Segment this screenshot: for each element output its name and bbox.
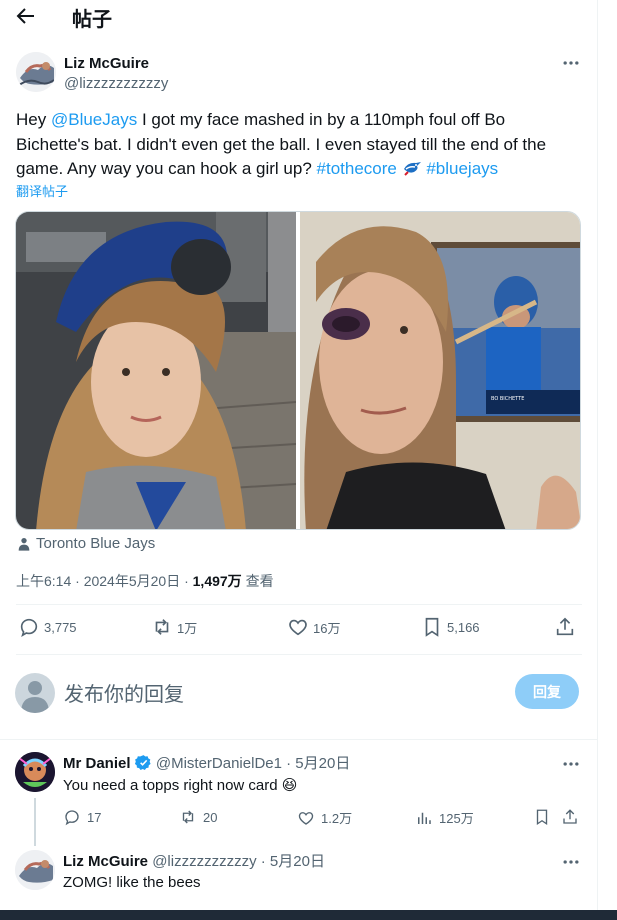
tweet-actions: 3,775 1万 16万 5,166 <box>16 616 582 646</box>
retweet-icon <box>155 619 169 635</box>
reply-icon <box>65 810 79 826</box>
like-count: 1.2万 <box>321 811 353 826</box>
translate-link[interactable]: 翻译帖子 <box>16 181 68 200</box>
location-tag[interactable]: Toronto Blue Jays <box>16 535 155 552</box>
retweet-count: 1万 <box>177 620 198 636</box>
divider <box>16 604 582 605</box>
hashtag-link[interactable]: #tothecore <box>317 159 397 178</box>
reply-item[interactable]: Mr Daniel @MisterDanielDe1 · 5月20日 You n… <box>0 752 598 846</box>
media-photos: BO BICHETTE <box>16 212 580 529</box>
reply-item[interactable]: Liz McGuire @lizzzzzzzzzzy · 5月20日 ZOMG!… <box>0 850 598 910</box>
reply-composer: 发布你的回复 回复 <box>0 660 598 722</box>
scoreboard-text: BO BICHETTE <box>491 396 524 402</box>
reply-author-avatar[interactable] <box>15 752 55 792</box>
bookmark-icon <box>425 617 439 637</box>
reply-header: Liz McGuire @lizzzzzzzzzzy · 5月20日 <box>63 850 325 871</box>
reply-submit-button[interactable]: 回复 <box>515 674 579 709</box>
retweet-button[interactable]: 20 <box>179 808 217 826</box>
author-name[interactable]: Liz McGuire <box>64 55 149 72</box>
reply-author-avatar[interactable] <box>15 850 55 890</box>
divider <box>16 654 582 655</box>
retweet-button[interactable]: 1万 <box>151 616 197 638</box>
author-handle[interactable]: @lizzzzzzzzzzy <box>64 75 168 92</box>
mention-link[interactable]: @BlueJays <box>51 110 137 129</box>
verified-badge-icon <box>134 755 151 770</box>
bookmark-button[interactable]: 5,166 <box>421 616 480 638</box>
reply-author-name[interactable]: Mr Daniel <box>63 755 131 772</box>
reply-author-handle[interactable]: @lizzzzzzzzzzy <box>152 853 256 870</box>
thread-line <box>34 798 36 846</box>
reply-author-handle[interactable]: @MisterDanielDe1 <box>156 755 282 772</box>
analytics-icon <box>418 812 431 824</box>
bookmark-icon <box>536 809 548 826</box>
reply-date[interactable]: · 5月20日 <box>282 755 350 772</box>
taskbar <box>0 910 617 920</box>
tweet-time[interactable]: 上午6:14 · 2024年5月20日 · <box>16 573 193 589</box>
heart-icon <box>298 811 314 825</box>
page-title: 帖子 <box>72 9 112 31</box>
reply-button[interactable]: 3,775 <box>18 616 77 638</box>
tweet-meta: 上午6:14 · 2024年5月20日 · 1,497万 查看 <box>16 571 274 591</box>
share-icon <box>556 617 574 636</box>
reply-count: 17 <box>87 809 102 825</box>
main-column: 帖子 Liz McGuire @lizzzzzzzzzzy Hey @BlueJ… <box>0 0 598 920</box>
more-icon[interactable] <box>561 754 581 774</box>
hashtag-link[interactable]: #bluejays <box>426 159 498 178</box>
reply-date[interactable]: · 5月20日 <box>257 853 325 870</box>
bookmark-button[interactable] <box>533 808 551 826</box>
share-button[interactable] <box>561 808 579 826</box>
share-icon <box>563 809 577 824</box>
views-count: 1,497万 <box>192 573 242 589</box>
more-icon[interactable] <box>561 852 581 872</box>
user-avatar[interactable] <box>15 673 55 713</box>
views-label: 查看 <box>241 573 274 589</box>
author-avatar[interactable] <box>16 52 56 92</box>
top-bar: 帖子 <box>0 0 598 32</box>
reply-input[interactable]: 发布你的回复 <box>64 678 184 707</box>
blue-jays-emoji-icon <box>403 162 421 176</box>
more-icon[interactable] <box>561 53 581 73</box>
like-count: 16万 <box>313 620 341 636</box>
tweet-text: Hey @BlueJays I got my face mashed in by… <box>16 108 576 182</box>
divider <box>0 739 598 740</box>
bookmark-count: 5,166 <box>447 619 480 635</box>
like-button[interactable]: 16万 <box>287 616 340 638</box>
reply-text: You need a topps right now card 😆 <box>63 777 298 794</box>
location-label: Toronto Blue Jays <box>36 535 156 552</box>
like-button[interactable]: 1.2万 <box>297 808 352 827</box>
reply-text: ZOMG! like the bees <box>63 874 201 891</box>
reply-author-name[interactable]: Liz McGuire <box>63 853 148 870</box>
tweet-text-part: Hey <box>16 110 51 129</box>
reply-header: Mr Daniel @MisterDanielDe1 · 5月20日 <box>63 752 350 773</box>
person-icon <box>18 537 30 551</box>
reply-actions: 17 20 1.2万 125万 <box>63 808 583 830</box>
retweet-icon <box>182 810 194 824</box>
views-count: 125万 <box>439 811 474 826</box>
share-button[interactable] <box>554 616 576 638</box>
reply-icon <box>20 618 38 638</box>
views-button[interactable]: 125万 <box>415 808 474 827</box>
back-arrow-icon[interactable] <box>14 4 38 28</box>
reply-button[interactable]: 17 <box>63 808 101 826</box>
reply-count: 3,775 <box>44 619 77 635</box>
tweet-media[interactable]: BO BICHETTE <box>15 211 581 530</box>
heart-icon <box>289 619 307 636</box>
retweet-count: 20 <box>203 809 218 825</box>
